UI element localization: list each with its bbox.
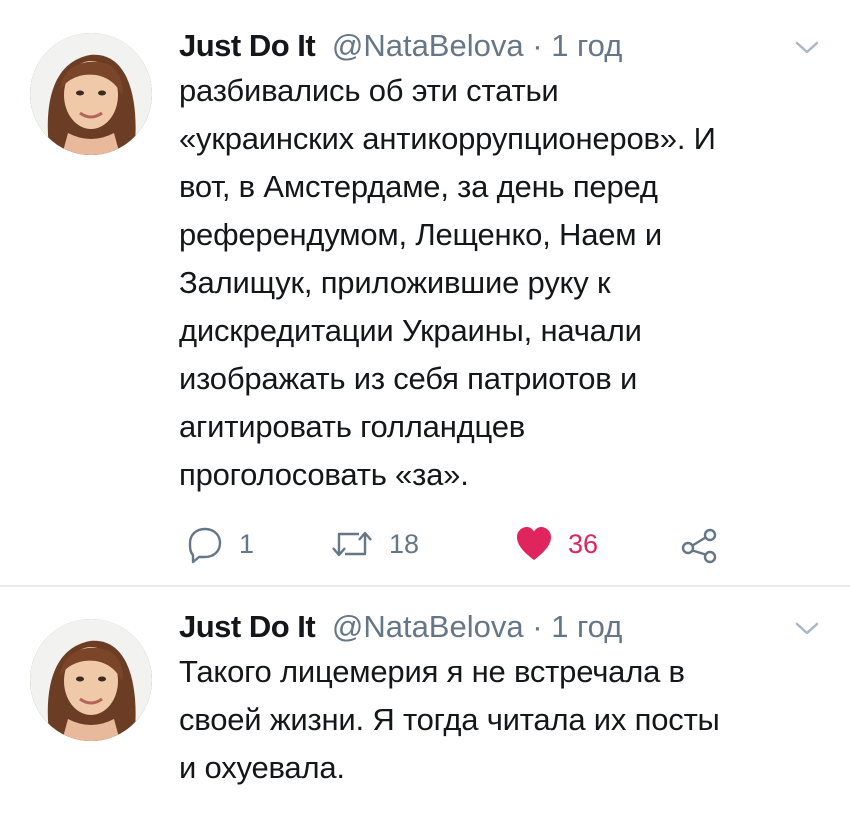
tweet-text-line: изображать из себя патриотов и [179, 361, 638, 396]
chevron-down-icon[interactable] [794, 40, 820, 56]
tweet-text-line: «украинских антикоррупционеров». И [179, 121, 716, 156]
retweet-count: 18 [389, 528, 420, 559]
timestamp[interactable]: 1 год [551, 609, 622, 644]
tweet[interactable]: Just Do It @NataBelova · 1 год разбивали… [0, 0, 850, 585]
reply-button[interactable]: 1 [185, 522, 254, 566]
heart-icon [517, 527, 551, 560]
tweet-text-line: и охуевала. [179, 750, 345, 785]
user-handle[interactable]: @NataBelova [332, 28, 524, 63]
tweet-text-line: Такого лицемерия я не встречала в [179, 654, 685, 689]
tweet-header: Just Do It @NataBelova · 1 год [179, 607, 770, 647]
display-name[interactable]: Just Do It [179, 609, 316, 644]
tweet-text-line: вот, в Амстердаме, за день перед [179, 169, 658, 204]
tweet-text-line: агитировать голландцев [179, 409, 526, 444]
share-button[interactable] [679, 522, 719, 566]
avatar[interactable] [30, 33, 152, 155]
tweet-text-line: разбивались об эти статьи [179, 73, 559, 108]
like-button[interactable]: 36 [514, 522, 598, 566]
like-count: 36 [568, 528, 599, 559]
tweet-text-line: референдумом, Лещенко, Наем и [179, 217, 662, 252]
retweet-icon [332, 531, 372, 557]
display-name[interactable]: Just Do It [179, 28, 316, 63]
retweet-button[interactable]: 18 [329, 522, 419, 566]
tweet-text-line: своей жизни. Я тогда читала их посты [179, 702, 720, 737]
tweet[interactable]: Just Do It @NataBelova · 1 год Такого ли… [0, 587, 850, 818]
tweet-text-line: Залищук, приложившие руку к [179, 265, 611, 300]
reply-icon [188, 527, 222, 564]
tweet-header: Just Do It @NataBelova · 1 год [179, 26, 770, 66]
tweet-text: Такого лицемерия я не встречала в своей … [179, 648, 829, 792]
tweet-text-line: проголосовать «за». [179, 457, 469, 492]
tweet-text: разбивались об эти статьи «украинских ан… [179, 67, 829, 499]
avatar[interactable] [30, 619, 152, 741]
user-handle[interactable]: @NataBelova [332, 609, 524, 644]
timestamp[interactable]: 1 год [551, 28, 622, 63]
separator-dot: · [532, 28, 543, 63]
tweet-text-line: дискредитации Украины, начали [179, 313, 642, 348]
tweet-actions: 1 18 36 [179, 522, 739, 566]
reply-count: 1 [239, 528, 255, 559]
share-icon [681, 528, 717, 564]
chevron-down-icon[interactable] [794, 621, 820, 637]
separator-dot: · [532, 609, 543, 644]
